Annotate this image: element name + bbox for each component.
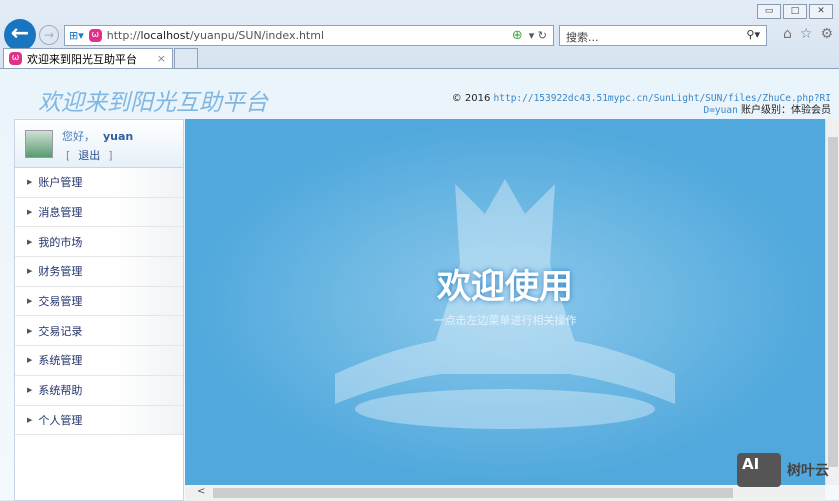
menu-item-system[interactable]: ▶ 系统管理: [15, 346, 183, 376]
window-controls: ▭ □ ✕: [757, 4, 833, 19]
menu-item-personal[interactable]: ▶ 个人管理: [15, 405, 183, 436]
url-host: localhost: [140, 29, 190, 42]
site-logo: 欢迎来到阳光互助平台: [38, 90, 268, 116]
greeting: 您好，: [62, 130, 95, 143]
sidebar: 您好， yuan [ 退出] ▶ 账户管理 ▶ 消息管理 ▶ 我的市场 ▶ 财务管理 ▶ 交易…: [14, 119, 184, 501]
menu-item-messages[interactable]: ▶ 消息管理: [15, 197, 183, 228]
menu-label: 交易记录: [38, 324, 83, 338]
star-icon[interactable]: ☆: [800, 26, 813, 42]
triangle-right-icon: ▶: [27, 208, 33, 217]
main-content: 欢迎使用 一点击左边菜单进行相关操作: [185, 119, 825, 485]
menu-label: 系统管理: [38, 354, 83, 368]
logout-link[interactable]: 退出: [78, 149, 100, 162]
menu-item-account[interactable]: ▶ 账户管理: [15, 168, 183, 198]
home-icon[interactable]: ⌂: [783, 26, 792, 42]
watermark-text: 树叶云: [787, 463, 829, 479]
back-button[interactable]: ←: [4, 19, 36, 51]
menu-label: 系统帮助: [38, 384, 83, 398]
url-prefix: http://: [106, 29, 141, 42]
level-label: 账户级别：: [741, 105, 791, 116]
triangle-right-icon: ▶: [27, 415, 33, 424]
compat-icon: ⊞▾: [69, 29, 84, 42]
site-favicon: ω: [88, 29, 102, 42]
triangle-right-icon: ▶: [27, 267, 33, 276]
triangle-right-icon: ▶: [27, 297, 33, 306]
triangle-right-icon: ▶: [27, 178, 33, 187]
user-panel: 您好， yuan [ 退出]: [15, 120, 183, 168]
menu-item-trade[interactable]: ▶ 交易管理: [15, 286, 183, 317]
copyright: © 2016: [451, 93, 491, 104]
search-input[interactable]: 搜索... ⚲▾: [559, 25, 767, 46]
menu-label: 交易管理: [38, 295, 83, 309]
tab-close-icon[interactable]: ×: [157, 52, 166, 65]
new-tab-button[interactable]: [174, 48, 198, 68]
minimize-button[interactable]: ▭: [757, 4, 781, 19]
bracket: [: [66, 149, 71, 162]
menu-label: 财务管理: [38, 265, 83, 279]
triangle-right-icon: ▶: [27, 237, 33, 246]
toolbar-icons: ⌂ ☆ ⚙: [783, 26, 833, 42]
scroll-thumb[interactable]: [213, 488, 733, 498]
menu-label: 账户管理: [38, 176, 83, 190]
welcome-title: 欢迎使用: [437, 267, 573, 307]
watermark-logo: AI: [737, 453, 781, 487]
triangle-right-icon: ▶: [27, 356, 33, 365]
search-placeholder: 搜索...: [566, 31, 599, 44]
header-info: © 2016 http://153922dc43.51mypc.cn/SunLi…: [451, 93, 831, 117]
username: yuan: [103, 130, 134, 143]
horizontal-scrollbar[interactable]: <: [185, 485, 825, 501]
tab-favicon: ω: [9, 52, 22, 65]
close-window-button[interactable]: ✕: [809, 4, 833, 19]
gear-icon[interactable]: ⚙: [820, 26, 833, 42]
address-bar[interactable]: ⊞▾ ω http://localhost/yuanpu/SUN/index.h…: [64, 25, 554, 46]
scroll-left-icon[interactable]: <: [197, 486, 205, 497]
page: 欢迎来到阳光互助平台 © 2016 http://153922dc43.51my…: [0, 68, 839, 501]
url-path: /yuanpu/SUN/index.html: [189, 29, 325, 42]
forward-button[interactable]: →: [39, 25, 59, 45]
refresh-icon[interactable]: ▾ ↻: [529, 29, 547, 42]
menu-item-trade-records[interactable]: ▶ 交易记录: [15, 316, 183, 347]
sidebar-menu: ▶ 账户管理 ▶ 消息管理 ▶ 我的市场 ▶ 财务管理 ▶ 交易管理 ▶ 交易记录 ▶ 系统管…: [15, 168, 183, 436]
triangle-right-icon: ▶: [27, 386, 33, 395]
search-icon[interactable]: ⚲▾: [746, 28, 760, 41]
triangle-right-icon: ▶: [27, 326, 33, 335]
level-value: 体验会员: [791, 105, 831, 116]
menu-item-market[interactable]: ▶ 我的市场: [15, 227, 183, 258]
menu-label: 个人管理: [38, 413, 83, 427]
welcome-subtitle: 一点击左边菜单进行相关操作: [433, 314, 577, 327]
tab-title: 欢迎来到阳光互助平台: [27, 52, 137, 66]
vertical-scrollbar[interactable]: [825, 119, 839, 485]
browser-chrome: ▭ □ ✕ ← → ⊞▾ ω http://localhost/yuanpu/S…: [0, 0, 839, 68]
menu-item-finance[interactable]: ▶ 财务管理: [15, 257, 183, 287]
menu-label: 消息管理: [38, 206, 83, 220]
bracket: ]: [108, 149, 113, 162]
addon-icon[interactable]: ⊕: [512, 28, 523, 43]
maximize-button[interactable]: □: [783, 4, 807, 19]
menu-item-help[interactable]: ▶ 系统帮助: [15, 375, 183, 406]
scroll-thumb[interactable]: [828, 137, 838, 467]
browser-tab[interactable]: ω 欢迎来到阳光互助平台 ×: [3, 48, 173, 68]
menu-label: 我的市场: [38, 235, 83, 249]
watermark: AI 树叶云: [737, 453, 829, 487]
avatar: [25, 130, 53, 158]
